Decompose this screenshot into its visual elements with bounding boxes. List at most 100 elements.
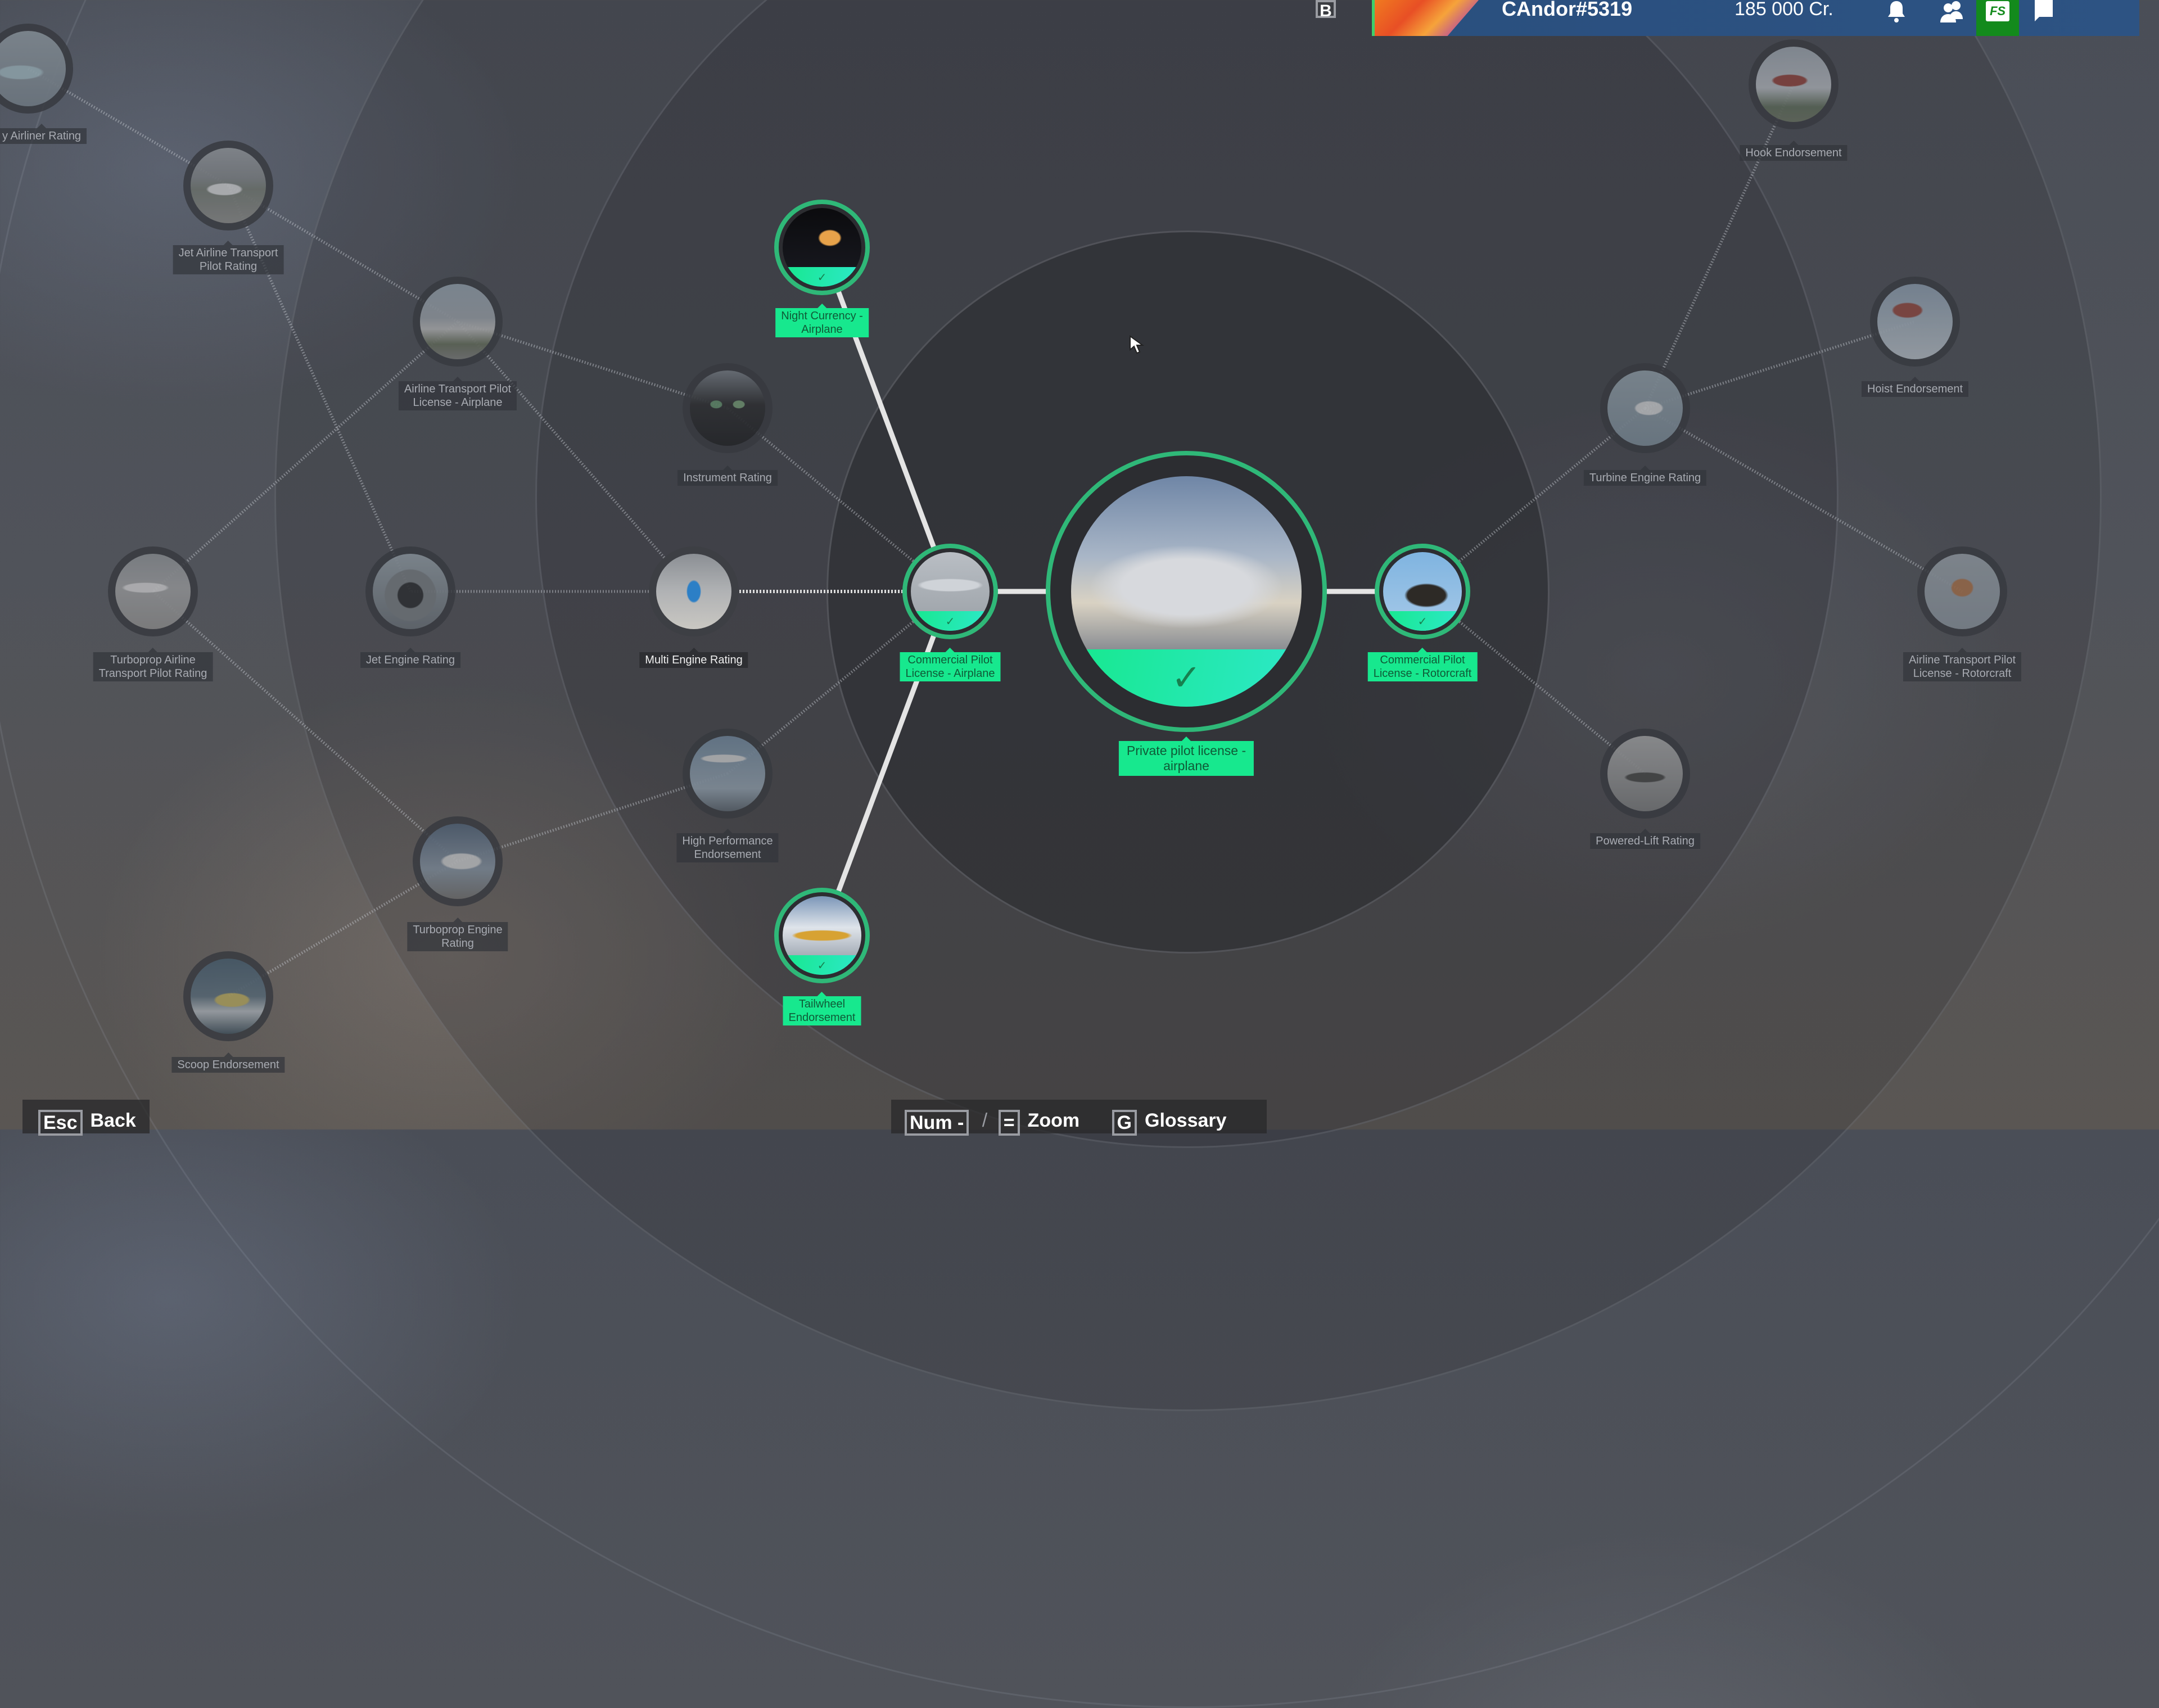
checkmark-icon: ✓	[817, 270, 827, 284]
license-label-turboprop[interactable]: Turboprop Engine Rating	[407, 918, 508, 951]
completed-banner: ✓	[783, 267, 861, 287]
license-node-poweredlift[interactable]	[1600, 729, 1690, 819]
label-line: Hoist Endorsement	[1867, 383, 1963, 395]
back-hint[interactable]: Esc Back	[22, 1100, 150, 1136]
license-label-atpl-r[interactable]: Airline Transport Pilot License - Rotorcr…	[1903, 648, 2022, 681]
zoom-label: Zoom	[1027, 1110, 1080, 1131]
license-label-atpl-a[interactable]: Airline Transport Pilot License - Airplan…	[398, 377, 517, 410]
license-label-night[interactable]: Night Currency - Airplane	[775, 304, 869, 337]
glossary-hint[interactable]: G Glossary	[1112, 1110, 1227, 1136]
license-label-scoop[interactable]: Scoop Endorsement	[171, 1052, 285, 1073]
license-node-heavy[interactable]	[0, 24, 73, 114]
node-image-ecureuil	[1607, 370, 1683, 446]
zoom-glossary-hints: Num - / = Zoom G Glossary	[891, 1100, 1267, 1136]
label-line: Turbine Engine Rating	[1589, 472, 1701, 484]
chat-icon[interactable]	[2027, 0, 2061, 22]
license-label-tpatp[interactable]: Turboprop Airline Transport Pilot Rating	[93, 648, 213, 681]
license-label-multi[interactable]: Multi Engine Rating	[639, 648, 748, 668]
node-image-twin-engine	[656, 554, 731, 629]
license-node-atpl-r[interactable]	[1917, 546, 2007, 636]
license-label-tailwheel[interactable]: Tailwheel Endorsement	[783, 992, 861, 1025]
completed-banner: ✓	[783, 955, 861, 975]
label-line: Airplane	[801, 323, 843, 336]
license-node-hoist[interactable]	[1870, 277, 1960, 367]
label-line: Night Currency -	[781, 310, 863, 322]
zoom-separator: /	[982, 1110, 988, 1131]
label-line: License - Airplane	[905, 667, 995, 680]
license-node-night[interactable]: ✓	[774, 200, 870, 295]
license-label-hoist[interactable]: Hoist Endorsement	[1861, 377, 1969, 397]
mouse-cursor-icon	[1130, 335, 1145, 354]
license-node-cpl-r[interactable]: ✓	[1375, 544, 1470, 639]
label-line: Hook Endorsement	[1745, 147, 1842, 159]
license-label-hook[interactable]: Hook Endorsement	[1740, 141, 1848, 161]
completed-banner: ✓	[1071, 649, 1302, 707]
license-node-turboprop[interactable]	[413, 816, 503, 906]
glossary-label: Glossary	[1145, 1110, 1227, 1131]
store-button[interactable]: FS	[1976, 0, 2019, 36]
license-tree: ✓ Private pilot license - airplane ✓ Commerc…	[0, 0, 2159, 1129]
node-image-night-cockpit: ✓	[783, 208, 861, 287]
label-line: Multi Engine Rating	[645, 654, 743, 666]
license-node-highperf[interactable]	[683, 729, 773, 819]
license-node-tpatp[interactable]	[108, 546, 198, 636]
label-line: Instrument Rating	[683, 472, 772, 484]
node-image-cessna-clouds: ✓	[1071, 476, 1302, 707]
keybind-b[interactable]: B	[1316, 0, 1336, 20]
zoom-hint[interactable]: Num - / = Zoom	[905, 1110, 1085, 1136]
node-image-turboprop	[420, 824, 495, 899]
license-label-heavy[interactable]: y Airliner Rating	[0, 124, 87, 144]
license-label-turbine[interactable]: Turbine Engine Rating	[1583, 466, 1707, 486]
node-image-cirrus-city	[420, 284, 495, 359]
license-label-highperf[interactable]: High Performance Endorsement	[676, 829, 779, 862]
store-icon: FS	[1986, 1, 2009, 21]
label-line: Airline Transport Pilot	[1908, 654, 2016, 666]
license-node-instrument[interactable]	[683, 363, 773, 453]
node-image-helicopter: ✓	[1383, 552, 1462, 631]
avatar[interactable]	[1375, 0, 1479, 36]
license-node-ppl[interactable]: ✓	[1046, 451, 1327, 732]
g-key: G	[1112, 1110, 1137, 1136]
license-node-turbine[interactable]	[1600, 363, 1690, 453]
friends-icon[interactable]	[1936, 0, 1970, 22]
license-label-cpl-a[interactable]: Commercial Pilot License - Airplane	[900, 648, 1001, 681]
license-node-atpl-a[interactable]	[413, 277, 503, 367]
license-node-hook[interactable]	[1749, 39, 1839, 129]
license-label-jetengine[interactable]: Jet Engine Rating	[360, 648, 460, 668]
label-line: Turboprop Airline	[110, 654, 196, 666]
num-minus-key: Num -	[905, 1110, 969, 1136]
label-line: License - Airplane	[413, 396, 503, 409]
license-node-jetengine[interactable]	[365, 546, 455, 636]
checkmark-icon: ✓	[945, 614, 955, 628]
label-line: Airline Transport Pilot	[404, 383, 512, 395]
license-label-cpl-r[interactable]: Commercial Pilot License - Rotorcraft	[1367, 648, 1478, 681]
back-label: Back	[90, 1110, 136, 1131]
license-label-jetatp[interactable]: Jet Airline Transport Pilot Rating	[173, 241, 284, 274]
label-line: Endorsement	[694, 848, 761, 861]
node-image-skycrane	[1925, 554, 2000, 629]
username[interactable]: CAndor#5319	[1502, 0, 1632, 20]
node-image-jet-engine	[373, 554, 448, 629]
license-node-jetatp[interactable]	[183, 141, 273, 231]
esc-key: Esc	[38, 1110, 83, 1136]
license-node-cpl-a[interactable]: ✓	[902, 544, 998, 639]
label-line: Commercial Pilot	[1380, 654, 1465, 666]
label-line: Transport Pilot Rating	[98, 667, 207, 680]
license-label-instrument[interactable]: Instrument Rating	[677, 466, 778, 486]
license-node-scoop[interactable]	[183, 951, 273, 1041]
checkmark-icon: ✓	[817, 958, 827, 972]
label-line: Scoop Endorsement	[177, 1059, 279, 1071]
equals-key: =	[998, 1110, 1020, 1136]
node-image-airliner-ramp	[191, 148, 266, 223]
label-line: License - Rotorcraft	[1373, 667, 1472, 680]
license-node-tailwheel[interactable]: ✓	[774, 888, 870, 983]
bell-icon[interactable]	[1880, 0, 1913, 22]
node-image-yellow-tailwheel: ✓	[783, 896, 861, 975]
label-line: Tailwheel	[798, 998, 846, 1010]
label-line: Rating	[441, 937, 474, 950]
license-node-multi[interactable]	[649, 546, 739, 636]
license-label-ppl[interactable]: Private pilot license - airplane	[1118, 736, 1254, 776]
completed-banner: ✓	[1383, 611, 1462, 631]
profile-bar: CAndor#5319 185 000 Cr. FS	[1372, 0, 2139, 36]
license-label-poweredlift[interactable]: Powered-Lift Rating	[1590, 829, 1700, 849]
